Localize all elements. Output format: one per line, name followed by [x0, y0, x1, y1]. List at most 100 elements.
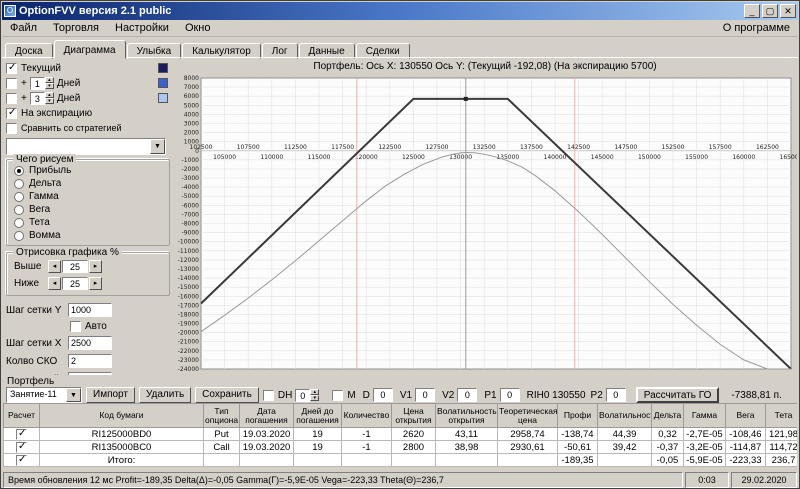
above-decrement-button[interactable]: ◂: [48, 259, 61, 273]
close-button[interactable]: ✕: [780, 4, 796, 18]
row2-checkbox[interactable]: [16, 441, 27, 453]
col-open-vol[interactable]: Волатильность открытия: [435, 403, 498, 428]
menu-file[interactable]: Файл: [2, 21, 45, 35]
menu-window[interactable]: Окно: [177, 21, 219, 35]
dh-checkbox[interactable]: [262, 389, 274, 401]
row1-open-price[interactable]: 2620: [391, 427, 436, 441]
auto-checkbox[interactable]: [70, 321, 81, 332]
day3-checkbox[interactable]: [6, 92, 17, 104]
radio-theta-label: Тета: [29, 217, 50, 228]
row2-code[interactable]: RI135000BC0: [39, 440, 204, 454]
compare-row: Сравнить со стратегией: [6, 121, 170, 135]
svg-text:142500: 142500: [567, 144, 590, 151]
day3-spinner[interactable]: 3 ▴ ▾: [29, 91, 54, 105]
row2-qty[interactable]: -1: [341, 440, 392, 454]
spin-down-icon[interactable]: ▾: [44, 82, 54, 89]
row1-vol: 44,39: [597, 427, 652, 441]
tab-diagram[interactable]: Диаграмма: [53, 40, 126, 59]
grid-y-input[interactable]: [68, 303, 112, 317]
minimize-button[interactable]: _: [744, 4, 760, 18]
above-value[interactable]: 25: [62, 259, 88, 273]
portfolio-combobox[interactable]: Занятие-11 ▼: [6, 387, 82, 403]
below-increment-button[interactable]: ▸: [89, 276, 102, 290]
col-calc[interactable]: Расчет: [3, 403, 40, 428]
menu-settings[interactable]: Настройки: [107, 21, 177, 35]
save-button[interactable]: Сохранить: [195, 387, 259, 403]
radio-profit[interactable]: [14, 165, 24, 176]
col-delta[interactable]: Дельта: [651, 403, 684, 428]
row2-date: 19.03.2020: [239, 440, 294, 454]
sko-count-input[interactable]: [68, 354, 112, 368]
v1-input[interactable]: [415, 388, 436, 402]
above-increment-button[interactable]: ▸: [89, 259, 102, 273]
col-theta[interactable]: Тета: [765, 403, 797, 428]
tab-board[interactable]: Доска: [5, 43, 53, 59]
d-input[interactable]: [372, 388, 393, 402]
grid-x-input[interactable]: [68, 336, 112, 350]
row2-open-price[interactable]: 2800: [391, 440, 436, 454]
chevron-down-icon[interactable]: ▼: [66, 388, 81, 402]
day1-spinner[interactable]: 1 ▴ ▾: [29, 76, 54, 90]
col-quantity[interactable]: Количество: [341, 403, 392, 428]
delete-button[interactable]: Удалить: [138, 387, 192, 403]
compare-checkbox[interactable]: [6, 122, 17, 134]
spin-down-icon[interactable]: ▾: [310, 394, 320, 401]
row1-qty[interactable]: -1: [341, 427, 392, 441]
total-type: [203, 453, 240, 467]
below-value[interactable]: 25: [62, 276, 88, 290]
v2-input[interactable]: [457, 388, 478, 402]
above-stepper-row: Выше ◂ 25 ▸: [14, 258, 164, 274]
col-option-type[interactable]: Тип опциона: [203, 403, 240, 428]
radio-delta[interactable]: [14, 178, 24, 189]
col-days-to-expiry[interactable]: Дней до погашения: [293, 403, 342, 428]
tab-deals[interactable]: Сделки: [355, 43, 410, 59]
import-button[interactable]: Импорт: [86, 387, 135, 403]
tab-smile[interactable]: Улыбка: [126, 43, 182, 59]
total-date: [239, 453, 294, 467]
payoff-chart[interactable]: -24000 -23000 -22000 -21000 -20000 -19000 -180…: [175, 74, 797, 374]
chevron-down-icon[interactable]: ▼: [150, 139, 165, 154]
svg-text:-13000: -13000: [178, 266, 199, 273]
menu-about[interactable]: О программе: [715, 21, 798, 35]
tab-log[interactable]: Лог: [261, 43, 298, 59]
tab-calculator[interactable]: Калькулятор: [182, 43, 261, 59]
current-checkbox[interactable]: [6, 62, 17, 74]
svg-text:-14000: -14000: [178, 275, 199, 282]
col-volatility[interactable]: Волатильность: [597, 403, 652, 428]
menu-trade[interactable]: Торговля: [45, 21, 107, 35]
radio-gamma[interactable]: [14, 191, 24, 202]
tab-data[interactable]: Данные: [298, 43, 355, 59]
total-days-selected-cell[interactable]: [293, 453, 342, 467]
days-count-input[interactable]: [68, 372, 112, 375]
calculate-go-button[interactable]: Рассчитать ГО: [635, 387, 720, 403]
compare-strategy-combobox[interactable]: ▼: [6, 138, 166, 155]
radio-theta[interactable]: [14, 217, 24, 228]
col-vega[interactable]: Вега: [725, 403, 766, 428]
col-profit[interactable]: Профи: [557, 403, 598, 428]
total-checkbox[interactable]: [16, 454, 27, 466]
radio-vomma[interactable]: [14, 230, 24, 241]
col-theo-price[interactable]: Теоретическая цена: [497, 403, 558, 428]
row1-code[interactable]: RI125000BD0: [39, 427, 204, 441]
svg-text:152500: 152500: [662, 144, 685, 151]
row1-checkbox[interactable]: [16, 428, 27, 440]
spin-down-icon[interactable]: ▾: [44, 97, 54, 104]
svg-text:6000: 6000: [184, 93, 199, 100]
col-code[interactable]: Код бумаги: [39, 403, 204, 428]
p1-input[interactable]: [499, 388, 520, 402]
m-checkbox[interactable]: [332, 389, 344, 401]
below-decrement-button[interactable]: ◂: [48, 276, 61, 290]
dh-spinner[interactable]: 0 ▴ ▾: [295, 388, 320, 402]
p2-input[interactable]: [605, 388, 626, 402]
col-open-price[interactable]: Цена открытия: [391, 403, 436, 428]
col-expiry-date[interactable]: Дата погашения: [239, 403, 294, 428]
table-row: RI135000BC0 Call 19.03.2020 19 -1 2800 3…: [3, 440, 797, 454]
maximize-button[interactable]: ▢: [762, 4, 778, 18]
radio-vega[interactable]: [14, 204, 24, 215]
positions-table: Расчет Код бумаги Тип опциона Дата погаш…: [3, 403, 797, 467]
day1-checkbox[interactable]: [6, 77, 17, 89]
grid-y-row: Шаг сетки Y: [6, 302, 170, 318]
expiration-checkbox[interactable]: [6, 107, 17, 119]
col-gamma[interactable]: Гамма: [683, 403, 726, 428]
compare-strategy-value: [7, 139, 150, 154]
